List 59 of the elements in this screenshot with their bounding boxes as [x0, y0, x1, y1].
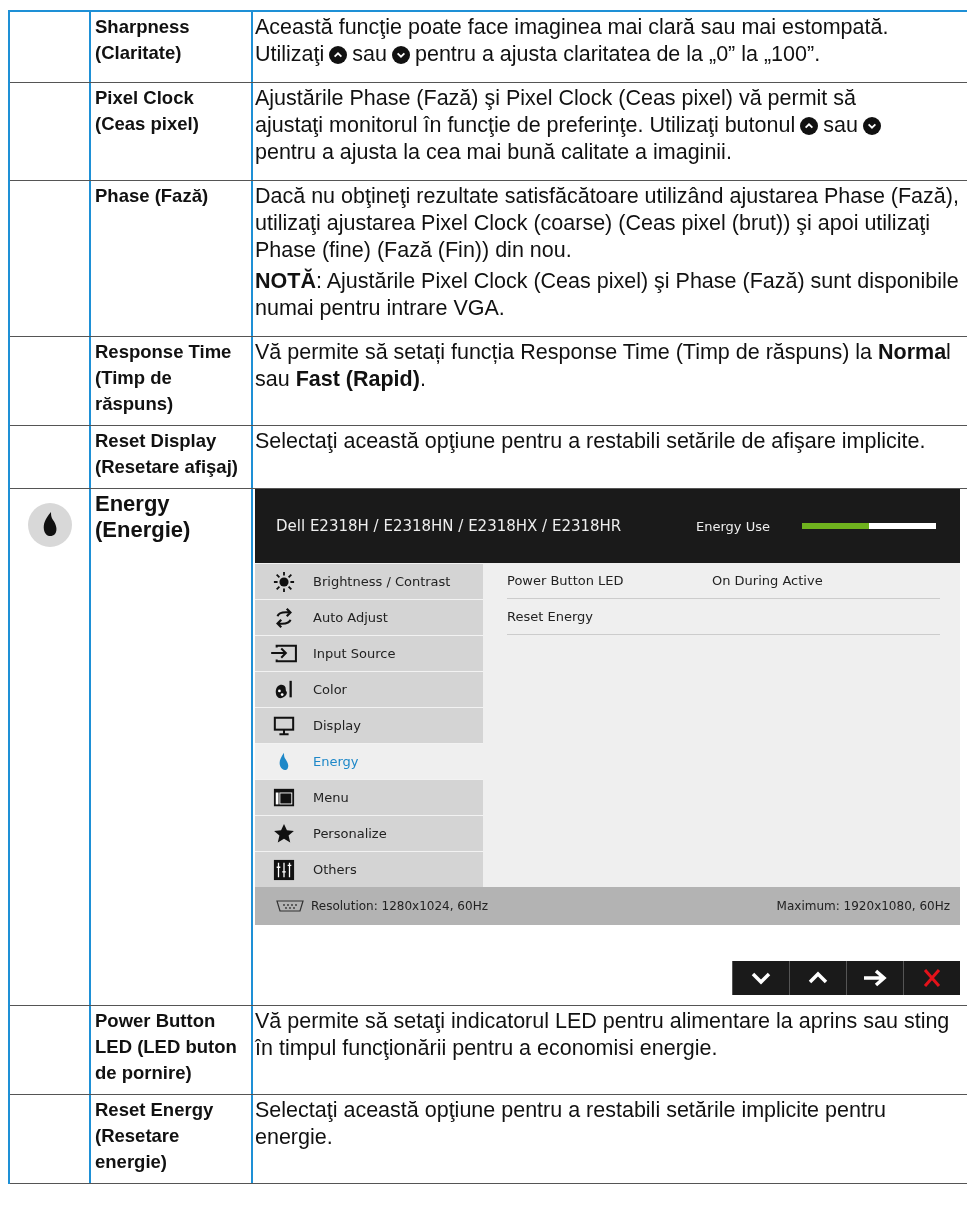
- chevron-up-icon: [808, 971, 828, 985]
- close-button[interactable]: [903, 961, 960, 995]
- description-text: ajustaţi monitorul în funcţie de preferinţe. Utilizaţi butonul: [255, 112, 796, 139]
- sun-icon: [273, 570, 295, 593]
- description-text: Vă permite să setați funcția Response Time (Timp de răspuns) la Normal sau Fast (Rapid).: [255, 339, 952, 393]
- star-icon: [273, 822, 295, 845]
- menu-item[interactable]: Color: [255, 671, 483, 707]
- setting-name: Energy (Energie): [95, 491, 192, 543]
- setting-name: Response Time (Timp de răspuns): [95, 340, 233, 416]
- up-button-icon: [329, 45, 348, 64]
- description-text: Vă permite să setaţi indicatorul LED pentru alimentare la aprins sau sting în timpul funcţionării pentru a economisi energie.: [255, 1008, 951, 1062]
- description-text: Selectaţi această opţiune pentru a restabili setările implicite pentru energie.: [255, 1097, 888, 1151]
- setting-name: Reset Display (Resetare afişaj): [95, 429, 239, 479]
- swap-arrows-icon: [273, 606, 295, 629]
- window-icon: [272, 786, 296, 809]
- menu-item[interactable]: Display: [255, 707, 483, 743]
- down-button-icon: [862, 116, 881, 135]
- setting-name: Phase (Fază): [95, 184, 210, 208]
- palette-icon: [273, 678, 295, 701]
- down-button[interactable]: [732, 961, 789, 995]
- description-text: pentru a ajusta la cea mai bună calitate a imaginii.: [255, 139, 732, 166]
- arrow-right-icon: [863, 969, 887, 987]
- setting-value: On During Active: [712, 573, 823, 588]
- meter-label: Energy Use: [696, 518, 771, 534]
- sliders-icon: [273, 858, 295, 881]
- description-text: Dacă nu obţineţi rezultate satisfăcătoare utilizând ajustarea Phase (Fază), utilizaţi ajustarea Pixel Clock (coarse) (Ceas pixel (brut)) şi apoi utilizaţi Phase (fine) (Fază (Fin)) din nou.: [255, 183, 960, 264]
- next-button[interactable]: [846, 961, 903, 995]
- setting-name: Power Button LED (LED buton de pornire): [95, 1009, 238, 1085]
- description-text: Utilizaţi: [255, 41, 325, 68]
- menu-item[interactable]: Personalize: [255, 815, 483, 851]
- menu-item[interactable]: Auto Adjust: [255, 599, 483, 635]
- setting-name: Sharpness (Claritate): [95, 15, 191, 65]
- menu-item[interactable]: Menu: [255, 779, 483, 815]
- monitor-title: Dell E2318H / E2318HN / E2318HX / E2318HR: [276, 517, 623, 535]
- setting-label: Power Button LED: [507, 573, 625, 588]
- vga-connector-icon: [275, 899, 305, 913]
- maximum-resolution-text: Maximum: 1920x1080, 60Hz: [776, 899, 950, 913]
- monitor-icon: [273, 714, 295, 737]
- flame-icon: [27, 503, 72, 547]
- input-icon: [270, 642, 298, 665]
- description-text: pentru a ajusta claritatea de la „0” la „100”.: [414, 41, 821, 68]
- close-icon: [922, 968, 942, 988]
- down-button-icon: [391, 45, 410, 64]
- up-button[interactable]: [789, 961, 846, 995]
- menu-item[interactable]: Input Source: [255, 635, 483, 671]
- menu-item[interactable]: Brightness / Contrast: [255, 563, 483, 599]
- setting-name: Reset Energy (Resetare energie): [95, 1098, 215, 1174]
- setting-label: Reset Energy: [507, 609, 594, 624]
- description-text: sau: [823, 112, 858, 139]
- chevron-down-icon: [751, 971, 771, 985]
- description-text: NOTĂ: Ajustările Pixel Clock (Ceas pixel) şi Phase (Fază) sunt disponibile numai pentru intrare VGA.: [255, 268, 960, 322]
- description-text: Această funcţie poate face imaginea mai clară sau mai estompată.: [255, 14, 889, 41]
- description-text: sau: [352, 41, 387, 68]
- description-text: Selectaţi această opţiune pentru a restabili setările de afişare implicite.: [255, 428, 927, 455]
- description-text: Ajustările Phase (Fază) şi Pixel Clock (Ceas pixel) vă permit să: [255, 85, 856, 112]
- resolution-text: Resolution: 1280x1024, 60Hz: [311, 899, 488, 913]
- setting-name: Pixel Clock (Ceas pixel): [95, 86, 200, 136]
- up-button-icon: [800, 116, 819, 135]
- menu-item[interactable]: Others: [255, 851, 483, 887]
